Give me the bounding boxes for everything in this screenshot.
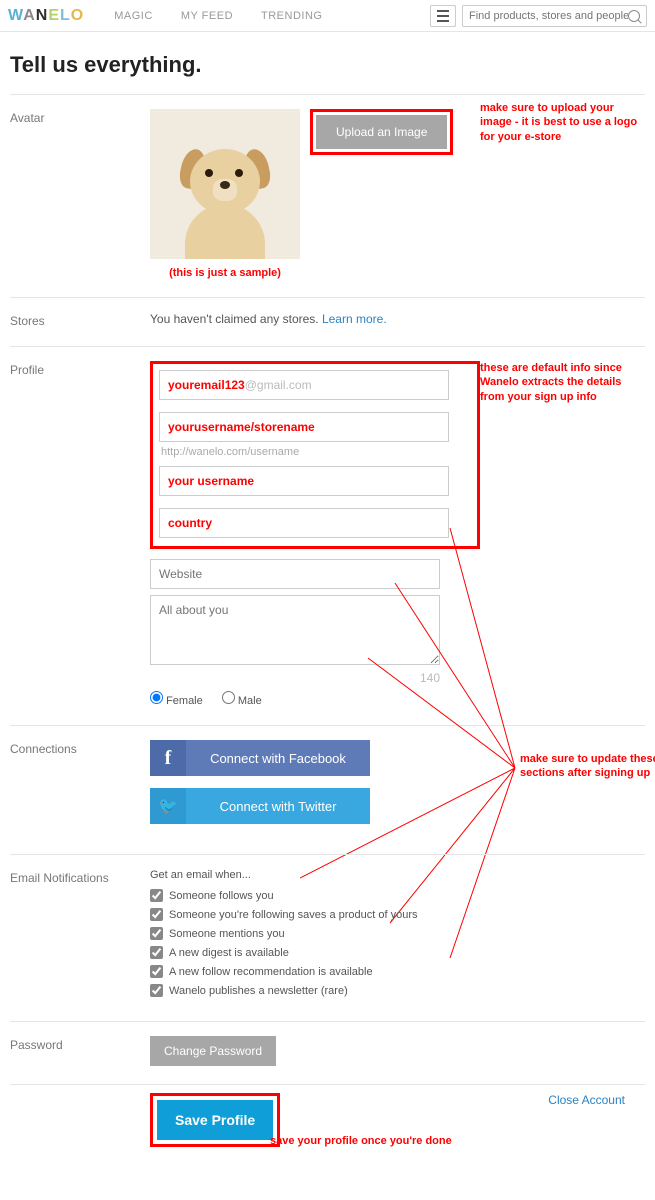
search-box[interactable] [462, 5, 647, 27]
notif-newsletter-checkbox[interactable] [150, 984, 163, 997]
username-field[interactable]: your username [159, 466, 449, 496]
logo[interactable]: WANELO [8, 7, 84, 25]
notif-digest-checkbox[interactable] [150, 946, 163, 959]
annotation-update: make sure to update these sections after… [520, 752, 655, 781]
country-field[interactable]: country [159, 508, 449, 538]
annotation-defaults: these are default info since Wanelo extr… [480, 361, 640, 404]
profile-label: Profile [10, 361, 150, 707]
stores-label: Stores [10, 312, 150, 328]
website-field[interactable] [150, 559, 440, 589]
notif-recommend-checkbox[interactable] [150, 965, 163, 978]
url-hint: http://wanelo.com/username [161, 446, 471, 458]
notif-intro: Get an email when... [150, 869, 480, 881]
gender-male[interactable]: Male [222, 695, 262, 707]
stores-text: You haven't claimed any stores. [150, 312, 322, 326]
gender-female[interactable]: Female [150, 695, 203, 707]
char-count: 140 [150, 671, 440, 685]
menu-button[interactable] [430, 5, 456, 27]
upload-image-button[interactable]: Upload an Image [316, 115, 447, 149]
twitter-icon: 🐦 [150, 788, 186, 824]
connect-facebook-button[interactable]: f Connect with Facebook [150, 740, 370, 776]
nav-my-feed[interactable]: MY FEED [181, 10, 233, 22]
password-label: Password [10, 1036, 150, 1066]
connections-label: Connections [10, 740, 150, 836]
nav-magic[interactable]: MAGIC [114, 10, 153, 22]
close-account-link[interactable]: Close Account [548, 1093, 625, 1107]
annotation-save: save your profile once you're done [270, 1135, 452, 1147]
notif-mentions-checkbox[interactable] [150, 927, 163, 940]
avatar-label: Avatar [10, 109, 150, 279]
email-field[interactable]: youremail123@gmail.com [159, 370, 449, 400]
connect-twitter-button[interactable]: 🐦 Connect with Twitter [150, 788, 370, 824]
annotation-upload: make sure to upload your image - it is b… [480, 101, 640, 144]
notif-follows-checkbox[interactable] [150, 889, 163, 902]
save-profile-button[interactable]: Save Profile [157, 1100, 273, 1140]
search-icon[interactable] [628, 10, 640, 22]
username-store-field[interactable]: yourusername/storename [159, 412, 449, 442]
notif-saves-checkbox[interactable] [150, 908, 163, 921]
page-title: Tell us everything. [10, 52, 645, 78]
learn-more-link[interactable]: Learn more. [322, 312, 387, 326]
search-input[interactable] [469, 10, 628, 22]
change-password-button[interactable]: Change Password [150, 1036, 276, 1066]
notifications-label: Email Notifications [10, 869, 150, 1003]
avatar-image [150, 109, 300, 259]
avatar-sample-note: (this is just a sample) [150, 267, 300, 279]
facebook-icon: f [150, 740, 186, 776]
nav-trending[interactable]: TRENDING [261, 10, 322, 22]
about-field[interactable] [150, 595, 440, 665]
